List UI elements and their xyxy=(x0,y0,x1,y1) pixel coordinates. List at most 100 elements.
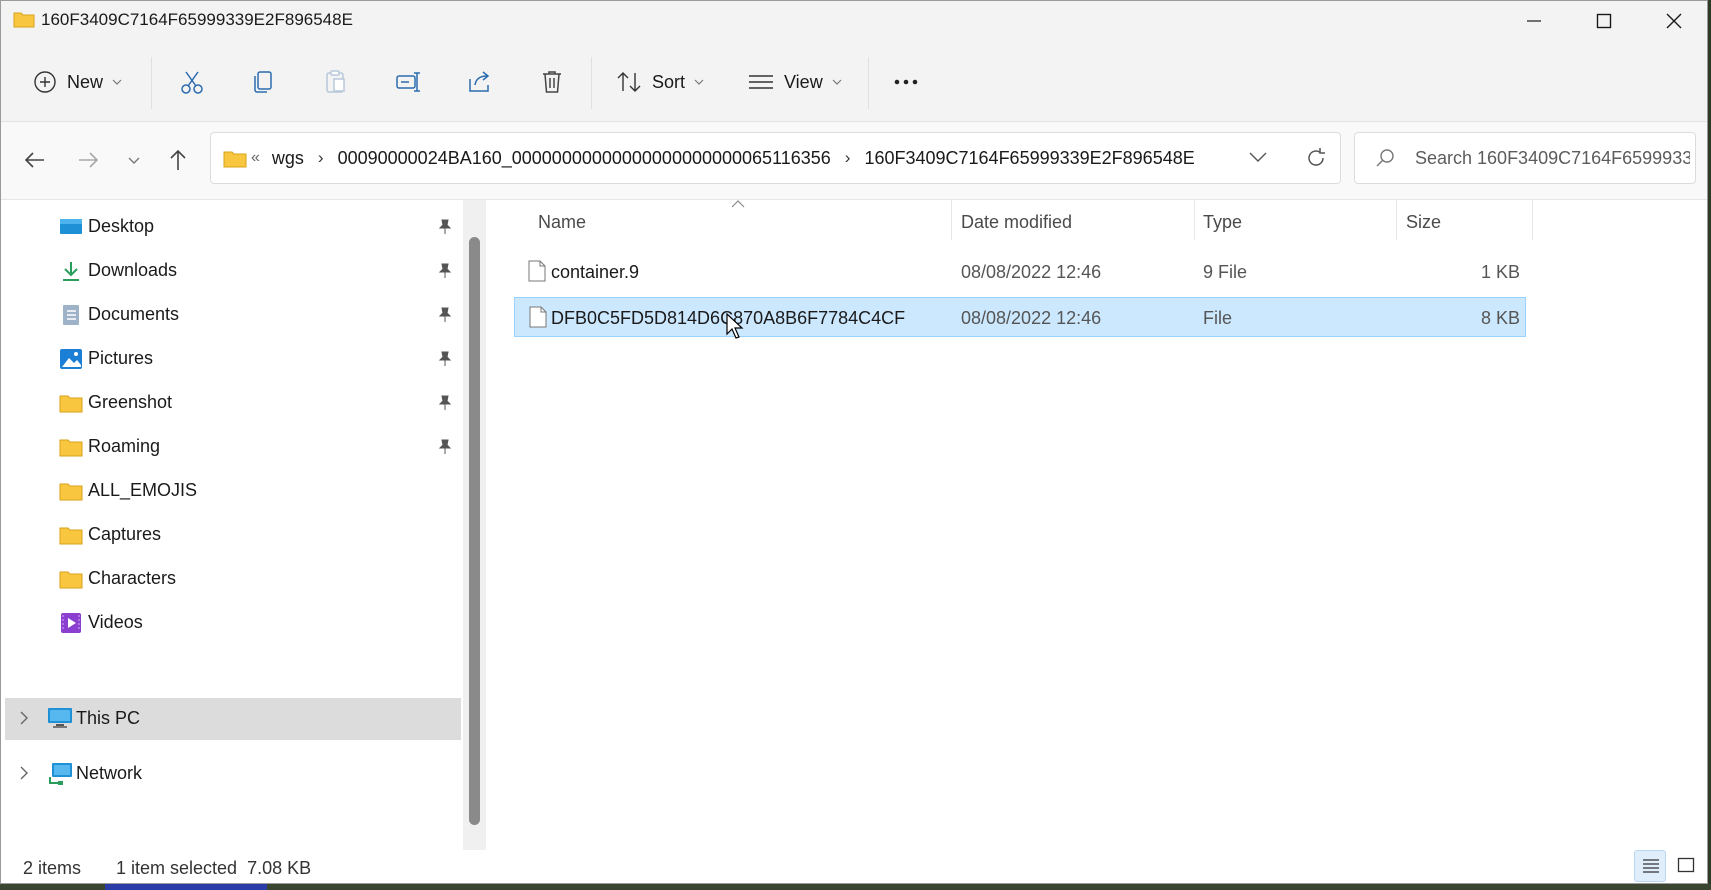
sidebar-item-greenshot[interactable]: Greenshot xyxy=(1,381,461,425)
sidebar-item-label: This PC xyxy=(76,708,141,728)
divider xyxy=(868,57,869,109)
sidebar-item-this-pc[interactable]: This PC xyxy=(5,698,461,740)
view-list-icon xyxy=(749,75,773,89)
chevron-right-icon[interactable] xyxy=(19,766,29,780)
sidebar-item-label: Desktop xyxy=(88,216,155,236)
chevron-right-icon[interactable] xyxy=(19,711,29,725)
sidebar-item-pictures[interactable]: Pictures xyxy=(1,337,461,381)
divider xyxy=(591,57,592,109)
column-divider[interactable] xyxy=(1532,200,1533,240)
chevron-right-icon[interactable]: › xyxy=(318,148,324,168)
videos-icon xyxy=(61,613,81,633)
file-list: Name Date modified Type Size container.9… xyxy=(487,200,1707,850)
background-window-edge xyxy=(105,884,267,890)
sidebar-item-label: Videos xyxy=(88,612,143,632)
column-divider[interactable] xyxy=(951,200,952,240)
breadcrumb-item[interactable]: 00090000024BA160_00000000000000000000000… xyxy=(338,148,831,169)
pictures-icon xyxy=(60,349,82,369)
network-icon xyxy=(49,763,72,785)
sidebar-item-network[interactable]: Network xyxy=(5,753,461,795)
sidebar-item-all-emojis[interactable]: ALL_EMOJIS xyxy=(1,469,461,513)
column-header-date[interactable]: Date modified xyxy=(961,212,1072,252)
pin-icon[interactable] xyxy=(438,351,452,367)
window-title: 160F3409C7164F65999339E2F896548E xyxy=(41,10,353,29)
copy-icon[interactable] xyxy=(251,69,277,95)
column-divider[interactable] xyxy=(1396,200,1397,240)
view-button[interactable]: View xyxy=(748,67,842,97)
item-count: 2 items xyxy=(23,858,82,878)
large-icons-view-button[interactable] xyxy=(1670,850,1702,882)
desktop-icon xyxy=(60,219,82,234)
plus-circle-icon xyxy=(34,71,56,93)
up-arrow-icon[interactable] xyxy=(163,145,193,175)
back-arrow-icon[interactable] xyxy=(20,145,50,175)
folder-icon xyxy=(59,395,83,413)
pin-icon[interactable] xyxy=(438,395,452,411)
file-row[interactable]: container.9 08/08/2022 12:46 9 File 1 KB xyxy=(514,252,1526,292)
file-date: 08/08/2022 12:46 xyxy=(961,262,1102,282)
sidebar-item-downloads[interactable]: Downloads xyxy=(1,249,461,293)
sidebar-item-label: Documents xyxy=(88,304,180,324)
command-bar: New Sort View xyxy=(1,41,1707,122)
chevron-down-icon xyxy=(694,79,704,85)
cut-icon[interactable] xyxy=(179,69,205,95)
pin-icon[interactable] xyxy=(438,263,452,279)
rename-icon[interactable] xyxy=(395,69,421,95)
sidebar-item-videos[interactable]: Videos xyxy=(1,601,461,645)
new-button[interactable]: New xyxy=(33,67,122,97)
sidebar-item-captures[interactable]: Captures xyxy=(1,513,461,557)
selection-info: 1 item selected 7.08 KB xyxy=(116,858,312,878)
column-header-type[interactable]: Type xyxy=(1203,212,1242,252)
address-bar[interactable]: « wgs › 00090000024BA160_000000000000000… xyxy=(210,132,1341,184)
sort-icon xyxy=(617,72,641,92)
folder-icon xyxy=(13,12,35,28)
breadcrumb-item[interactable]: wgs xyxy=(272,148,304,169)
sidebar-item-roaming[interactable]: Roaming xyxy=(1,425,461,469)
maximize-button[interactable] xyxy=(1569,1,1639,41)
chevron-right-icon[interactable]: › xyxy=(845,148,851,168)
recent-locations-chevron-icon[interactable] xyxy=(119,145,149,175)
more-options-icon[interactable] xyxy=(893,69,919,95)
sidebar-item-label: Greenshot xyxy=(88,392,173,412)
file-type: 9 File xyxy=(1203,262,1248,282)
sidebar-item-documents[interactable]: Documents xyxy=(1,293,461,337)
sidebar-item-characters[interactable]: Characters xyxy=(1,557,461,601)
minimize-button[interactable] xyxy=(1499,1,1569,41)
sort-ascending-icon xyxy=(731,200,745,208)
paste-icon[interactable] xyxy=(323,69,349,95)
breadcrumb: « wgs › 00090000024BA160_000000000000000… xyxy=(251,133,1195,183)
folder-icon xyxy=(59,439,83,457)
folder-icon xyxy=(59,571,83,589)
column-divider[interactable] xyxy=(1194,200,1195,240)
sidebar-item-label: Pictures xyxy=(88,348,154,368)
refresh-icon[interactable] xyxy=(1304,146,1328,170)
forward-arrow-icon[interactable] xyxy=(73,145,103,175)
minimize-icon xyxy=(1527,20,1541,22)
file-size: 1 KB xyxy=(1480,262,1520,282)
pin-icon[interactable] xyxy=(438,307,452,323)
sidebar-item-label: Characters xyxy=(88,568,177,588)
delete-icon[interactable] xyxy=(539,69,565,95)
file-type: File xyxy=(1203,308,1233,328)
address-history-chevron-icon[interactable] xyxy=(1249,151,1267,163)
pin-icon[interactable] xyxy=(438,219,452,235)
file-name: container.9 xyxy=(551,262,640,282)
pin-icon[interactable] xyxy=(438,439,452,455)
sidebar-item-label: Roaming xyxy=(88,436,161,456)
close-button[interactable] xyxy=(1639,1,1707,41)
sidebar-item-desktop[interactable]: Desktop xyxy=(1,205,461,249)
column-header-size[interactable]: Size xyxy=(1406,212,1441,252)
file-row-selected[interactable]: DFB0C5FD5D814D6C870A8B6F7784C4CF 08/08/2… xyxy=(514,297,1526,337)
this-pc-icon xyxy=(48,708,72,728)
column-header-name[interactable]: Name xyxy=(538,212,586,252)
column-header-row: Name Date modified Type Size xyxy=(487,200,1537,252)
file-size: 8 KB xyxy=(1480,308,1520,328)
sort-button[interactable]: Sort xyxy=(616,67,704,97)
new-label: New xyxy=(67,71,104,92)
scrollbar-thumb[interactable] xyxy=(469,237,480,825)
breadcrumb-item[interactable]: 160F3409C7164F65999339E2F896548E xyxy=(864,148,1194,169)
search-box[interactable]: Search 160F3409C7164F6599933... xyxy=(1354,132,1696,184)
share-icon[interactable] xyxy=(467,69,493,95)
breadcrumb-overflow[interactable]: « xyxy=(251,149,260,167)
details-view-button[interactable] xyxy=(1634,850,1666,882)
